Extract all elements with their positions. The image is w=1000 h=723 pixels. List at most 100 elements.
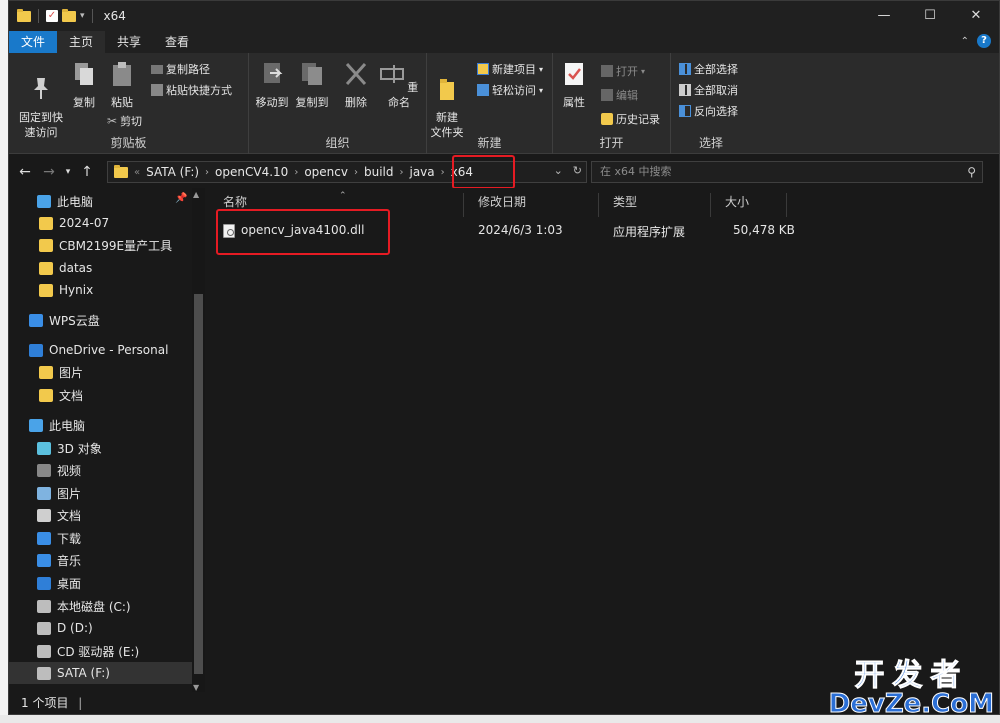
open-button[interactable]: 打开 ▾ bbox=[601, 63, 645, 79]
search-input[interactable]: 在 x64 中搜索 ⚲ bbox=[591, 161, 983, 183]
sidebar-item[interactable]: SATA (F:) bbox=[9, 662, 192, 684]
open-label: 打开 bbox=[616, 65, 638, 78]
sidebar-item[interactable]: 此电脑 bbox=[9, 190, 192, 212]
history-label: 历史记录 bbox=[616, 113, 660, 126]
copy-to-button[interactable]: 复制到 bbox=[293, 61, 331, 110]
sidebar-item[interactable]: OneDrive - Personal bbox=[9, 339, 192, 361]
select-all-button[interactable]: 全部选择 bbox=[679, 61, 738, 77]
sidebar-scrollbar[interactable]: ▲ ▼ bbox=[192, 188, 205, 694]
column-header-size[interactable]: 大小 bbox=[711, 193, 787, 217]
file-size: 50,478 KB bbox=[733, 223, 795, 237]
scroll-up-icon[interactable]: ▲ bbox=[193, 190, 199, 199]
crumb-sata[interactable]: SATA (F:) bbox=[140, 165, 205, 179]
sidebar-item[interactable]: 视频 bbox=[9, 459, 192, 481]
move-to-button[interactable]: 移动到 bbox=[253, 61, 291, 110]
paste-button[interactable]: 粘贴 bbox=[107, 61, 137, 110]
crumb-build[interactable]: build bbox=[358, 165, 400, 179]
sidebar-item[interactable]: 下载 bbox=[9, 527, 192, 549]
copy-path-button[interactable]: 复制路径 bbox=[151, 61, 210, 77]
tab-file[interactable]: 文件 bbox=[9, 31, 58, 53]
sidebar-item[interactable]: 图片 bbox=[9, 361, 192, 383]
search-icon: ⚲ bbox=[967, 165, 976, 179]
back-button[interactable]: ← bbox=[13, 164, 37, 180]
desktop-icon bbox=[37, 576, 51, 590]
delete-button[interactable]: 删除 bbox=[341, 61, 371, 110]
pin-quick-access-button[interactable]: 固定到快 速访问 bbox=[13, 61, 69, 140]
maximize-button[interactable]: ☐ bbox=[907, 1, 953, 31]
paste-shortcut-button[interactable]: 粘贴快捷方式 bbox=[151, 82, 232, 98]
crumb-java[interactable]: java bbox=[403, 165, 440, 179]
refresh-icon[interactable]: ↻ bbox=[573, 164, 582, 177]
tab-view[interactable]: 查看 bbox=[153, 31, 201, 53]
sidebar-item-label: 文档 bbox=[59, 388, 84, 403]
sidebar-item[interactable]: 图片 bbox=[9, 482, 192, 504]
crumb-opencv[interactable]: opencv bbox=[298, 165, 354, 179]
sidebar-item[interactable]: 文档 bbox=[9, 504, 192, 526]
ribbon: 固定到快 速访问 复制 粘贴 复制路径 粘贴快捷方式 ✂ 剪切 剪贴板 移动到 … bbox=[9, 53, 999, 154]
easy-access-button[interactable]: 轻松访问 ▾ bbox=[477, 82, 543, 98]
divider: | bbox=[78, 696, 83, 710]
sidebar-item-label: 视频 bbox=[57, 463, 82, 478]
scroll-down-icon[interactable]: ▼ bbox=[193, 683, 199, 692]
sidebar-item-label: 桌面 bbox=[57, 576, 82, 591]
history-button[interactable]: 历史记录 bbox=[601, 111, 660, 127]
invert-selection-button[interactable]: 反向选择 bbox=[679, 103, 738, 119]
column-name-label: 名称 bbox=[223, 195, 248, 209]
minimize-button[interactable]: — bbox=[861, 1, 907, 31]
collapse-ribbon-icon[interactable]: ⌃ bbox=[961, 36, 969, 47]
address-dropdown-icon[interactable]: ⌄ bbox=[554, 164, 563, 177]
column-header-modified[interactable]: 修改日期 bbox=[464, 193, 599, 217]
select-none-label: 全部取消 bbox=[694, 84, 738, 97]
sidebar-item[interactable]: 文档 bbox=[9, 384, 192, 406]
cut-button[interactable]: ✂ 剪切 bbox=[107, 113, 142, 129]
column-header-type[interactable]: 类型 bbox=[599, 193, 711, 217]
sidebar-item-label: CD 驱动器 (E:) bbox=[57, 644, 140, 659]
sidebar-item[interactable]: Hynix bbox=[9, 279, 192, 301]
crumb-opencv410[interactable]: openCV4.10 bbox=[209, 165, 294, 179]
scissors-icon: ✂ bbox=[107, 114, 118, 128]
sidebar-item[interactable]: 本地磁盘 (C:) bbox=[9, 595, 192, 617]
rename-button[interactable]: 重命名 bbox=[379, 61, 419, 110]
sidebar-item-label: 2024-07 bbox=[59, 216, 110, 230]
sidebar-item[interactable]: CBM2199E量产工具 bbox=[9, 234, 192, 256]
cloud-icon bbox=[29, 313, 43, 327]
recent-locations-button[interactable]: ▾ bbox=[61, 167, 75, 177]
tab-share[interactable]: 共享 bbox=[105, 31, 153, 53]
new-folder-qa-icon[interactable] bbox=[62, 8, 76, 22]
cd-drive-icon bbox=[37, 644, 51, 658]
invert-selection-label: 反向选择 bbox=[694, 105, 738, 118]
properties-button[interactable]: 属性 bbox=[557, 61, 591, 110]
sidebar-item[interactable]: CD 驱动器 (E:) bbox=[9, 640, 192, 662]
scrollbar-thumb[interactable] bbox=[194, 294, 203, 674]
properties-label: 属性 bbox=[563, 96, 585, 109]
folder-icon bbox=[39, 238, 53, 252]
copy-path-label: 复制路径 bbox=[166, 63, 210, 76]
forward-button[interactable]: → bbox=[37, 164, 61, 180]
close-button[interactable]: ✕ bbox=[953, 1, 999, 31]
sidebar-item[interactable]: WPS云盘 bbox=[9, 309, 192, 331]
new-folder-button[interactable]: 新建 文件夹 bbox=[429, 61, 465, 140]
edit-button[interactable]: 编辑 bbox=[601, 87, 638, 103]
sidebar-item[interactable]: datas bbox=[9, 257, 192, 279]
column-modified-label: 修改日期 bbox=[478, 195, 527, 209]
divider bbox=[91, 9, 93, 23]
properties-qa-icon[interactable]: ✓ bbox=[46, 10, 58, 22]
new-item-button[interactable]: 新建项目 ▾ bbox=[477, 61, 543, 77]
help-icon[interactable]: ? bbox=[977, 34, 991, 48]
sidebar-item[interactable]: 2024-07 bbox=[9, 212, 192, 234]
sidebar-item[interactable]: 此电脑 bbox=[9, 414, 192, 436]
sidebar-item-label: 本地磁盘 (C:) bbox=[57, 599, 131, 614]
sidebar-item[interactable]: D (D:) bbox=[9, 617, 192, 639]
sidebar-item[interactable]: 音乐 bbox=[9, 549, 192, 571]
copy-button[interactable]: 复制 bbox=[69, 61, 99, 110]
select-none-button[interactable]: 全部取消 bbox=[679, 82, 738, 98]
tab-home[interactable]: 主页 bbox=[57, 31, 106, 53]
customize-qa-icon[interactable]: ▾ bbox=[80, 11, 85, 21]
sidebar-item-label: CBM2199E量产工具 bbox=[59, 238, 173, 253]
window-controls: — ☐ ✕ bbox=[861, 1, 999, 31]
up-button[interactable]: ↑ bbox=[75, 164, 99, 180]
address-bar[interactable]: « SATA (F:) › openCV4.10 › opencv › buil… bbox=[107, 161, 587, 183]
file-type: 应用程序扩展 bbox=[613, 225, 686, 239]
sidebar-item[interactable]: 3D 对象 bbox=[9, 437, 192, 459]
sidebar-item[interactable]: 桌面 bbox=[9, 572, 192, 594]
